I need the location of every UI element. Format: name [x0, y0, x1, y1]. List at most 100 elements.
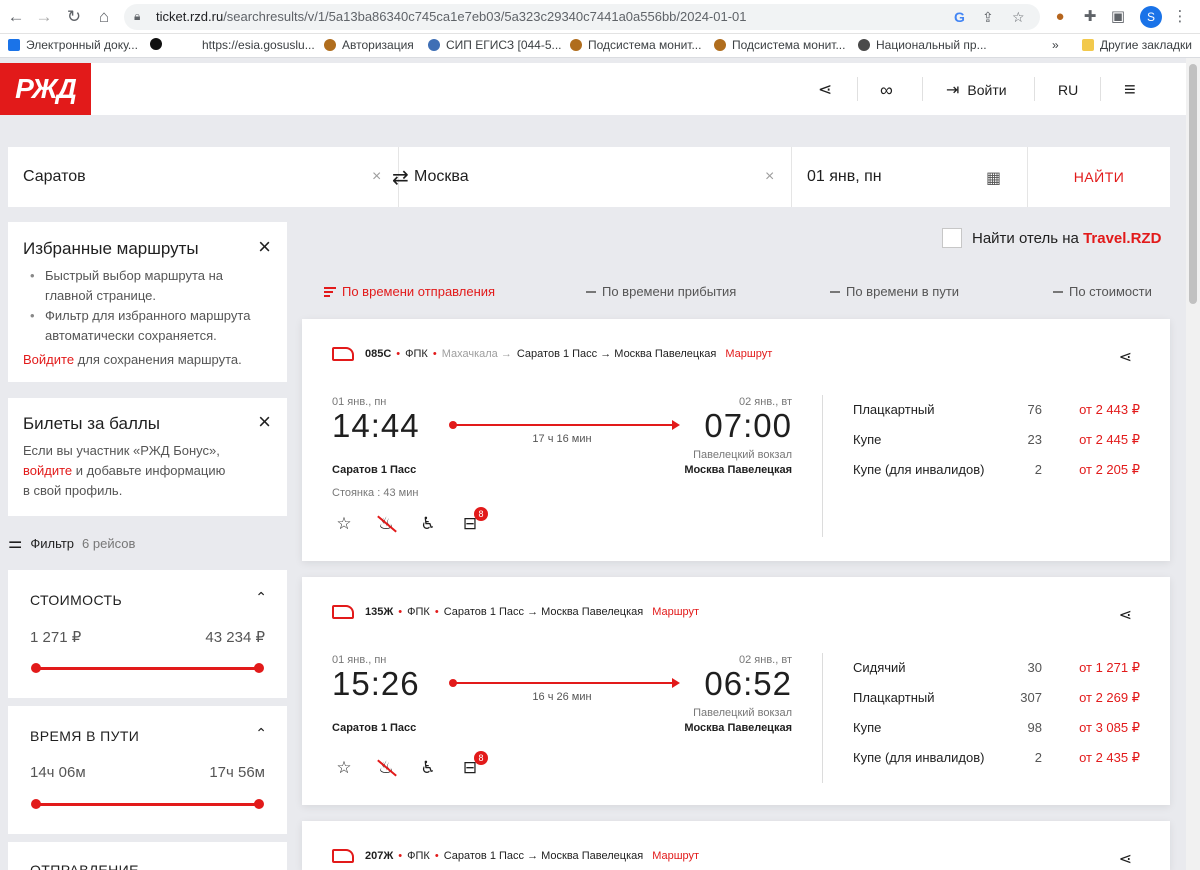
car-class[interactable]: Плацкартный [853, 690, 935, 705]
class-price[interactable]: от 2 445 ₽ [1062, 432, 1140, 448]
departure-filter-title: ОТПРАВЛЕНИЕ [30, 862, 139, 870]
train-route: Саратов 1 Пасс → Москва Павелецкая [443, 606, 644, 618]
bookmark-star-icon[interactable]: ☆ [1012, 9, 1025, 26]
route-link[interactable]: Маршрут [725, 348, 772, 360]
car-class[interactable]: Купе (для инвалидов) [853, 750, 984, 765]
page-scrollbar[interactable] [1186, 58, 1200, 870]
duration-max: 17ч 56м [209, 764, 265, 781]
date-value: 01 янв, пн [807, 168, 882, 185]
class-price[interactable]: от 2 269 ₽ [1062, 690, 1140, 706]
train-number: 085С [365, 348, 392, 360]
duration-slider-min-handle[interactable] [31, 799, 41, 809]
bookmark-item[interactable]: Подсистема монит... [570, 38, 701, 52]
share-icon[interactable]: ⋖ [818, 79, 832, 101]
bookmark-item[interactable]: СИП ЕГИСЗ [044-5... [428, 38, 562, 52]
bookmark-item[interactable]: Авторизация [324, 38, 414, 52]
price-min: 1 271 ₽ [30, 629, 82, 646]
hotel-checkbox[interactable] [942, 228, 962, 248]
hamburger-menu-icon[interactable]: ≡ [1124, 79, 1136, 101]
bookmark-item[interactable]: Национальный пр... [858, 38, 987, 52]
favorites-title: Избранные маршруты [23, 239, 199, 258]
other-bookmarks[interactable]: Другие закладки [1082, 38, 1192, 52]
clear-from-icon[interactable]: × [372, 168, 381, 186]
class-price[interactable]: от 2 205 ₽ [1062, 462, 1140, 478]
train-card[interactable]: 135Ж • ФПК • Саратов 1 Пасс → Москва Пав… [302, 577, 1170, 805]
seat-count: 76 [1027, 402, 1042, 417]
find-button[interactable]: НАЙТИ [1028, 147, 1170, 207]
sort-dash-icon [1053, 290, 1063, 293]
address-bar[interactable]: 🔒︎ ticket.rzd.ru/searchresults/v/1/5a13b… [124, 4, 1040, 30]
close-icon[interactable]: × [258, 411, 271, 433]
bonus-login-link[interactable]: войдите [23, 463, 72, 478]
reload-icon[interactable]: ↻ [64, 7, 84, 27]
date-field[interactable]: 01 янв, пн ▦ [792, 147, 1028, 207]
header-divider [1100, 77, 1101, 101]
class-price[interactable]: от 1 271 ₽ [1062, 660, 1140, 676]
back-icon[interactable]: ← [6, 7, 26, 27]
to-value: Москва [414, 168, 469, 185]
header-divider [857, 77, 858, 101]
from-field[interactable]: Саратов × [8, 147, 399, 207]
price-slider-track[interactable] [34, 667, 260, 670]
train-card[interactable]: 207Ж • ФПК • Саратов 1 Пасс → Москва Пав… [302, 821, 1170, 870]
google-translate-icon[interactable]: G [954, 9, 965, 25]
profile-avatar[interactable]: S [1140, 6, 1162, 28]
sort-by-arrival[interactable]: По времени прибытия [586, 284, 736, 299]
login-link[interactable]: Войдите [23, 352, 74, 367]
share-icon[interactable]: ⋖ [1119, 347, 1132, 367]
hotel-search-option[interactable]: Найти отель на Travel.RZD [942, 228, 1161, 248]
price-slider-max-handle[interactable] [254, 663, 264, 673]
accessibility-glasses-icon[interactable]: ∞ [880, 79, 893, 101]
chevron-up-icon[interactable]: ⌃ [255, 589, 267, 606]
class-price[interactable]: от 2 435 ₽ [1062, 750, 1140, 766]
login-button[interactable]: ⇥ Войти [946, 79, 1007, 101]
premium-star-icon: ☆ [336, 758, 352, 777]
car-class[interactable]: Плацкартный [853, 402, 935, 417]
class-price[interactable]: от 3 085 ₽ [1062, 720, 1140, 736]
bookmark-item[interactable] [150, 38, 162, 50]
duration-slider-max-handle[interactable] [254, 799, 264, 809]
sort-by-travel-time[interactable]: По времени в пути [830, 284, 959, 299]
car-class[interactable]: Купе (для инвалидов) [853, 462, 984, 477]
filter-toggle[interactable]: ⚌ Фильтр 6 рейсов [8, 532, 287, 554]
sliders-icon: ⚌ [8, 535, 23, 552]
clear-to-icon[interactable]: × [765, 168, 774, 186]
side-panel-icon[interactable]: ▣ [1108, 7, 1128, 27]
chevron-up-icon[interactable]: ⌃ [255, 725, 267, 742]
bookmark-item[interactable]: https://esia.gosuslu... [202, 38, 315, 52]
close-icon[interactable]: × [258, 236, 271, 258]
route-link[interactable]: Маршрут [652, 606, 699, 618]
train-card[interactable]: 085С • ФПК • Махачкала → Саратов 1 Пасс … [302, 319, 1170, 561]
car-class[interactable]: Купе [853, 720, 881, 735]
extensions-puzzle-icon[interactable]: ✚ [1080, 7, 1100, 27]
bookmark-item[interactable]: Электронный доку... [8, 38, 138, 52]
scrollbar-thumb[interactable] [1189, 64, 1197, 304]
share-page-icon[interactable]: ⇪ [982, 9, 994, 26]
class-price[interactable]: от 2 443 ₽ [1062, 402, 1140, 418]
extension-icon[interactable]: ● [1050, 7, 1070, 27]
menu-kebab-icon[interactable]: ⋮ [1170, 7, 1190, 27]
calendar-icon[interactable]: ▦ [986, 168, 1001, 188]
travel-rzd-link[interactable]: Travel.RZD [1083, 230, 1161, 247]
price-slider-min-handle[interactable] [31, 663, 41, 673]
duration-slider-track[interactable] [34, 803, 260, 806]
home-icon[interactable]: ⌂ [94, 7, 114, 27]
share-icon[interactable]: ⋖ [1119, 849, 1132, 869]
departure-station: Саратов 1 Пасс [332, 464, 417, 476]
language-selector[interactable]: RU [1058, 79, 1078, 101]
train-number: 135Ж [365, 606, 394, 618]
sort-by-departure[interactable]: По времени отправления [324, 284, 495, 299]
car-class[interactable]: Сидячий [853, 660, 906, 675]
card-divider [822, 395, 823, 537]
forward-icon[interactable]: → [34, 7, 54, 27]
rzd-logo[interactable]: РЖД [0, 63, 91, 115]
sort-by-price[interactable]: По стоимости [1053, 284, 1152, 299]
route-link[interactable]: Маршрут [652, 850, 699, 862]
bookmark-item[interactable]: Подсистема монит... [714, 38, 845, 52]
to-field[interactable]: Москва × [399, 147, 792, 207]
login-label: Войти [967, 82, 1007, 98]
share-icon[interactable]: ⋖ [1119, 605, 1132, 625]
filter-count: 6 рейсов [82, 535, 136, 551]
bookmarks-overflow[interactable]: » [1052, 38, 1059, 52]
car-class[interactable]: Купе [853, 432, 881, 447]
